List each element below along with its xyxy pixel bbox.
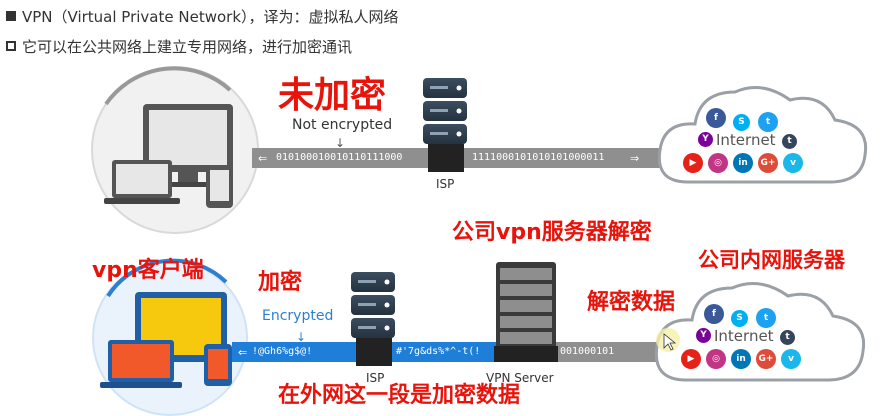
public-segment-label: 在外网这一段是加密数据: [278, 383, 521, 408]
vimeo-icon: v: [781, 349, 801, 369]
skype-icon: S: [731, 310, 748, 327]
top-bits-left: 010100010010110111000: [276, 152, 403, 163]
youtube-icon: ▶: [683, 153, 703, 173]
skype-icon: S: [733, 114, 750, 131]
top-isp-server-icon: [423, 78, 467, 144]
top-internet-label: Internet: [716, 131, 776, 149]
bottom-isp-label: ISP: [366, 371, 385, 385]
not-encrypted-label: Not encrypted: [292, 117, 393, 133]
linkedin-icon: in: [731, 349, 751, 369]
vpn-server-decrypt-label: 公司vpn服务器解密: [452, 220, 652, 245]
stream-left-arrow-icon: ⇐: [258, 152, 267, 165]
linkedin-icon: in: [733, 153, 753, 173]
vpn-server-label: VPN Server: [486, 371, 554, 385]
tumblr-icon: t: [782, 134, 797, 149]
encrypted-label: Encrypted: [262, 308, 334, 324]
bottom-bits-right: 001000101: [560, 346, 615, 357]
vimeo-icon: v: [783, 153, 803, 173]
intranet-server-label: 公司内网服务器: [698, 248, 845, 272]
facebook-icon: f: [706, 108, 726, 128]
vpn-server-icon: [494, 262, 558, 362]
googleplus-icon: G+: [758, 153, 778, 173]
vpn-client-label: vpn客户端: [92, 258, 204, 283]
encrypt-label: 加密: [258, 270, 303, 295]
top-isp-label: ISP: [436, 177, 455, 191]
top-bits-right: 1111000101010101000011: [472, 152, 605, 163]
twitter-icon: t: [758, 112, 778, 132]
bottom-isp-connector: [356, 338, 392, 366]
decrypt-data-label: 解密数据: [587, 290, 676, 315]
unencrypted-label: 未加密: [278, 75, 387, 116]
facebook-icon: f: [704, 304, 724, 324]
bottom-down-arrow-icon: ↓: [296, 330, 306, 344]
instagram-icon: ◎: [708, 153, 728, 173]
bottom-isp-server-icon: [351, 272, 395, 338]
googleplus-icon: G+: [756, 349, 776, 369]
top-isp-connector: [428, 144, 464, 172]
bottom-internet-label: Internet: [714, 327, 774, 345]
twitter-icon: t: [756, 308, 776, 328]
bottom-stream-left-arrow-icon: ⇐: [238, 346, 247, 359]
stream-right-arrow-icon: ⇒: [630, 152, 639, 165]
cipher-mid: #'7g&ds%*^-t(!: [396, 346, 481, 357]
yahoo-icon: Y: [698, 132, 713, 147]
yahoo-icon: Y: [696, 328, 711, 343]
cipher-left: !@Gh6%g$@!: [252, 346, 313, 357]
youtube-icon: ▶: [681, 349, 701, 369]
top-down-arrow-icon: ↓: [335, 136, 345, 150]
instagram-icon: ◎: [706, 349, 726, 369]
tumblr-icon: t: [780, 330, 795, 345]
